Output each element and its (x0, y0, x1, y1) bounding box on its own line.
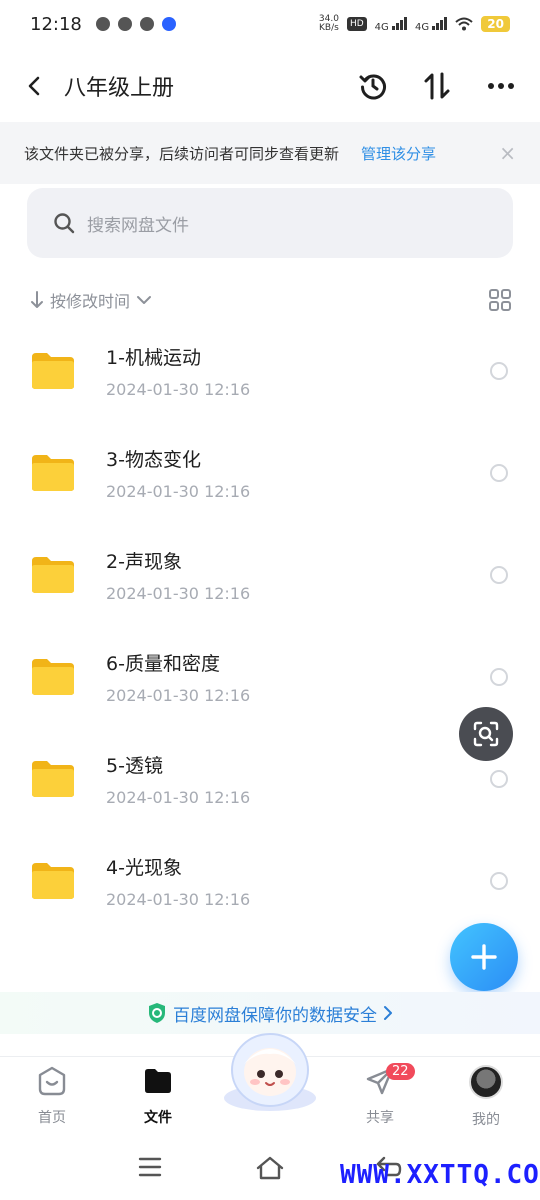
folder-icon (32, 863, 74, 899)
sort-swap-button[interactable] (422, 71, 452, 101)
search-icon (54, 213, 75, 234)
signal-1: 4G (375, 16, 407, 33)
plus-icon (471, 944, 497, 970)
list-item[interactable]: 4-光现象 2024-01-30 12:16 (0, 830, 540, 932)
file-date: 2024-01-30 12:16 (106, 788, 251, 807)
search-bar[interactable]: 搜索网盘文件 (27, 188, 513, 258)
tab-home-label: 首页 (38, 1110, 66, 1126)
file-date: 2024-01-30 12:16 (106, 584, 251, 603)
select-radio[interactable] (490, 566, 508, 584)
manage-share-link[interactable]: 管理该分享 (361, 143, 436, 164)
list-item[interactable]: 2-声现象 2024-01-30 12:16 (0, 524, 540, 626)
select-radio[interactable] (490, 770, 508, 788)
folder-icon (32, 557, 74, 593)
list-item[interactable]: 6-质量和密度 2024-01-30 12:16 (0, 626, 540, 728)
more-icon (488, 83, 514, 89)
grid-view-icon[interactable] (488, 288, 512, 312)
tab-files[interactable]: 文件 (118, 1065, 198, 1127)
file-date: 2024-01-30 12:16 (106, 482, 251, 501)
list-item[interactable]: 5-透镜 2024-01-30 12:16 (0, 728, 540, 830)
file-name: 1-机械运动 (106, 347, 201, 369)
clock: 12:18 (30, 13, 82, 35)
back-icon[interactable] (24, 75, 46, 97)
home-icon[interactable] (256, 1156, 284, 1180)
tab-me-label: 我的 (472, 1112, 500, 1128)
file-list: 1-机械运动 2024-01-30 12:16 3-物态变化 2024-01-30 … (0, 320, 540, 932)
home-smile-icon (38, 1066, 66, 1096)
share-notice: 该文件夹已被分享，后续访问者可同步查看更新 管理该分享 × (0, 122, 540, 184)
file-name: 5-透镜 (106, 755, 163, 777)
scan-search-icon (473, 721, 499, 747)
sort-label[interactable]: 按修改时间 (50, 288, 130, 312)
baidu-icon (161, 17, 176, 31)
file-name: 4-光现象 (106, 857, 182, 879)
wifi-icon (455, 17, 473, 31)
menu-icon[interactable] (138, 1156, 162, 1178)
select-radio[interactable] (490, 464, 508, 482)
wechat-icon (95, 17, 110, 31)
more-button[interactable] (486, 71, 516, 101)
battery-indicator: 20 (481, 16, 510, 32)
avatar (469, 1065, 503, 1099)
tab-home[interactable]: 首页 (12, 1065, 92, 1127)
sort-swap-icon (424, 72, 450, 100)
history-icon (359, 74, 386, 100)
tab-me[interactable]: 我的 (446, 1065, 526, 1129)
file-name: 6-质量和密度 (106, 653, 220, 675)
system-indicators: 34.0 KB/s HD 4G 4G 20 (319, 15, 510, 33)
safety-banner-text: 百度网盘保障你的数据安全 (173, 1005, 377, 1026)
folder-icon (32, 455, 74, 491)
file-date: 2024-01-30 12:16 (106, 686, 251, 705)
select-radio[interactable] (490, 362, 508, 380)
file-name: 3-物态变化 (106, 449, 201, 471)
folder-tab-icon (145, 1069, 171, 1093)
close-icon[interactable]: × (499, 141, 516, 165)
tab-share-label: 共享 (366, 1110, 394, 1126)
tab-share[interactable]: 22 共享 (340, 1063, 420, 1127)
folder-icon (32, 353, 74, 389)
chevron-down-icon[interactable] (136, 294, 152, 306)
page-title: 八年级上册 (64, 76, 175, 101)
watermark: WWW.XXTTQ.COM (340, 1160, 540, 1190)
app-icon (117, 17, 132, 31)
sort-row: 按修改时间 (30, 282, 512, 318)
list-item[interactable]: 1-机械运动 2024-01-30 12:16 (0, 320, 540, 422)
search-input[interactable]: 搜索网盘文件 (87, 211, 189, 236)
history-button[interactable] (358, 71, 388, 101)
page-header: 八年级上册 (0, 56, 540, 116)
chevron-right-icon (384, 1006, 392, 1020)
header-actions (358, 71, 516, 101)
arrow-down-icon[interactable] (30, 290, 44, 310)
folder-icon (32, 659, 74, 695)
network-speed: 34.0 KB/s (318, 14, 339, 33)
hd-badge: HD (346, 17, 367, 31)
add-button[interactable] (450, 923, 518, 991)
signal-bars-icon (391, 16, 407, 30)
share-notice-text: 该文件夹已被分享，后续访问者可同步查看更新 (24, 144, 340, 163)
shield-icon (149, 1003, 165, 1023)
scan-button[interactable] (459, 707, 513, 761)
mascot-button[interactable] (217, 1028, 323, 1114)
folder-icon (32, 761, 74, 797)
signal-bars-icon (432, 16, 448, 30)
status-bar: 12:18 34.0 KB/s HD 4G 4G 20 (0, 0, 540, 48)
file-name: 2-声现象 (106, 551, 182, 573)
message-icon (139, 17, 154, 31)
signal-2: 4G (415, 16, 448, 33)
select-radio[interactable] (490, 668, 508, 686)
share-badge: 22 (386, 1063, 415, 1080)
list-item[interactable]: 3-物态变化 2024-01-30 12:16 (0, 422, 540, 524)
select-radio[interactable] (490, 872, 508, 890)
tab-files-label: 文件 (144, 1110, 172, 1126)
file-date: 2024-01-30 12:16 (106, 890, 251, 909)
notification-icons (95, 17, 176, 31)
file-date: 2024-01-30 12:16 (106, 380, 251, 399)
